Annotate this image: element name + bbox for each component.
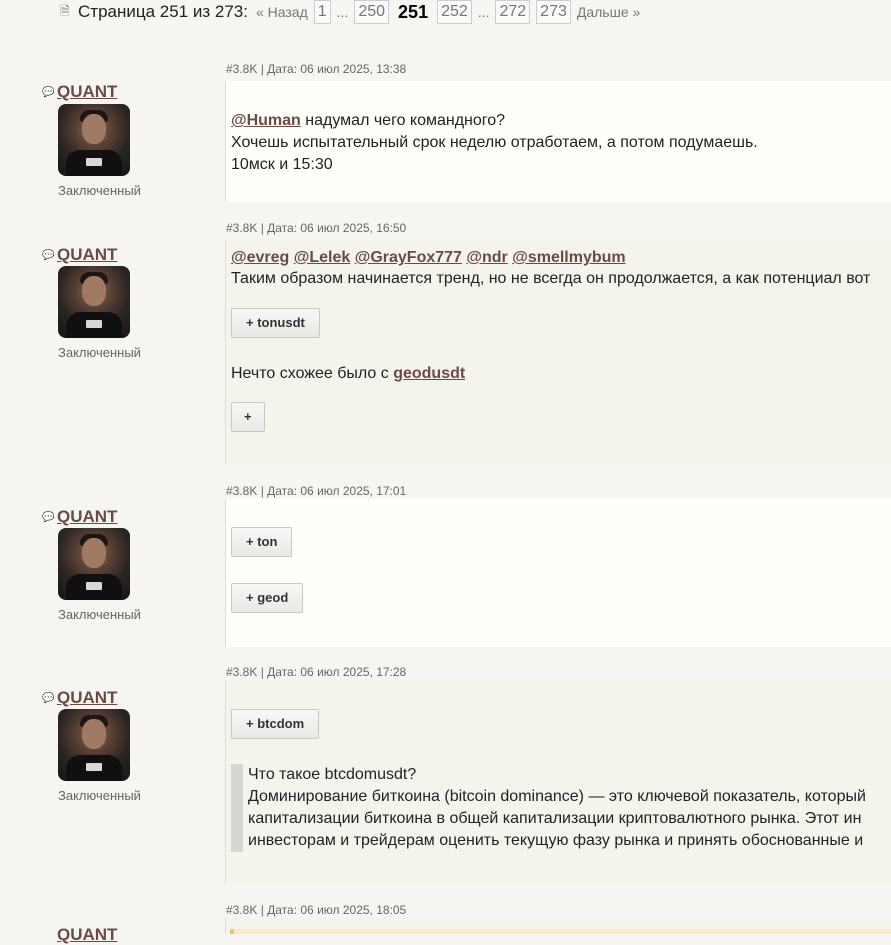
user-rank: Заключенный (58, 183, 141, 198)
quote-text: капитализации биткоина в общей капитализ… (248, 810, 862, 827)
spoiler-button[interactable]: + tonusdt (231, 308, 320, 338)
quote-text: Что такое btcdomusdt? (248, 766, 417, 783)
mention-link[interactable]: @Lelek (294, 249, 351, 266)
post-text: надумал чего командного? (300, 112, 506, 129)
page-link-250[interactable]: 250 (354, 0, 390, 24)
spoiler-button[interactable]: + btcdom (231, 709, 320, 739)
spoiler-button[interactable]: + ton (231, 527, 293, 557)
page-label: Страница 251 из 273: (78, 2, 248, 21)
user-rank: Заключенный (58, 345, 141, 360)
pagination: 🗎 Страница 251 из 273: « Назад 1 ... 250… (60, 0, 640, 24)
post-body: + btcdom Что такое btcdomusdt? Доминиров… (225, 680, 891, 884)
speech-bubble-icon: 💬 (42, 692, 55, 704)
mention-link[interactable]: @smellmybum (512, 249, 625, 266)
post-meta: #3.8K | Дата: 06 июл 2025, 16:50 (226, 221, 407, 235)
pager-ellipsis: ... (477, 4, 490, 20)
post-author: 💬 QUANT Заключенный (42, 507, 141, 622)
spoiler-button[interactable]: + (231, 402, 265, 432)
speech-bubble-icon: 💬 (42, 249, 55, 261)
mention-link[interactable]: @evreg (231, 249, 289, 266)
ticker-link[interactable]: geodusdt (393, 365, 465, 382)
page-link-252[interactable]: 252 (437, 0, 472, 24)
quote-block: Что такое btcdomusdt? Доминирование битк… (231, 764, 866, 852)
mention-link[interactable]: @GrayFox777 (355, 249, 462, 266)
post-body: @evreg @Lelek @GrayFox777 @ndr @smellmyb… (225, 239, 891, 465)
next-page-link[interactable]: Дальше » (577, 4, 640, 20)
highlight-block (230, 929, 891, 934)
post-meta: #3.8K | Дата: 06 июл 2025, 17:01 (226, 484, 407, 498)
user-rank: Заключенный (58, 788, 141, 803)
post-meta: #3.8K | Дата: 06 июл 2025, 13:38 (226, 62, 407, 76)
pager-ellipsis: ... (336, 4, 349, 20)
author-name-link[interactable]: QUANT (57, 245, 117, 265)
post-author: 💬 QUANT Заключенный (42, 245, 141, 360)
post-author: 💬 QUANT (42, 925, 117, 945)
page-link-272[interactable]: 272 (495, 0, 531, 24)
avatar[interactable] (58, 104, 130, 176)
author-name-link[interactable]: QUANT (57, 507, 117, 527)
avatar[interactable] (58, 266, 130, 338)
avatar[interactable] (58, 709, 130, 781)
mention-link[interactable]: @ndr (466, 249, 507, 266)
page-link-1[interactable]: 1 (313, 0, 331, 24)
post-body: @Human надумал чего командного? Хочешь и… (225, 81, 891, 202)
spoiler-button[interactable]: + geod (231, 583, 304, 613)
post-text: 10мск и 15:30 (231, 156, 333, 173)
author-name-link[interactable]: QUANT (57, 82, 117, 102)
post-text: Нечто схожее было с (231, 365, 394, 382)
speech-bubble-icon: 💬 (42, 511, 55, 523)
author-name-link[interactable]: QUANT (57, 688, 117, 708)
current-page: 251 (398, 2, 429, 22)
user-rank: Заключенный (58, 607, 141, 622)
post-text: Хочешь испытательный срок неделю отработ… (231, 134, 758, 151)
post-meta: #3.8K | Дата: 06 июл 2025, 18:05 (226, 903, 407, 917)
prev-page-link[interactable]: « Назад (256, 4, 308, 20)
page-link-273[interactable]: 273 (536, 0, 571, 24)
author-name-link[interactable]: QUANT (57, 925, 117, 945)
quote-text: инвесторам и трейдерам оценить текущую ф… (248, 832, 864, 849)
avatar[interactable] (58, 528, 130, 600)
document-icon: 🗎 (60, 3, 70, 18)
post-body: + ton + geod (225, 499, 891, 647)
speech-bubble-icon: 💬 (42, 86, 55, 98)
post-text: Таким образом начинается тренд, но не вс… (231, 270, 871, 287)
post-author: 💬 QUANT Заключенный (42, 688, 141, 803)
mention-link[interactable]: @Human (231, 112, 301, 129)
post-meta: #3.8K | Дата: 06 июл 2025, 17:28 (226, 665, 407, 679)
post-author: 💬 QUANT Заключенный (42, 82, 141, 198)
quote-text: Доминирование биткоина (bitcoin dominanc… (248, 788, 866, 805)
